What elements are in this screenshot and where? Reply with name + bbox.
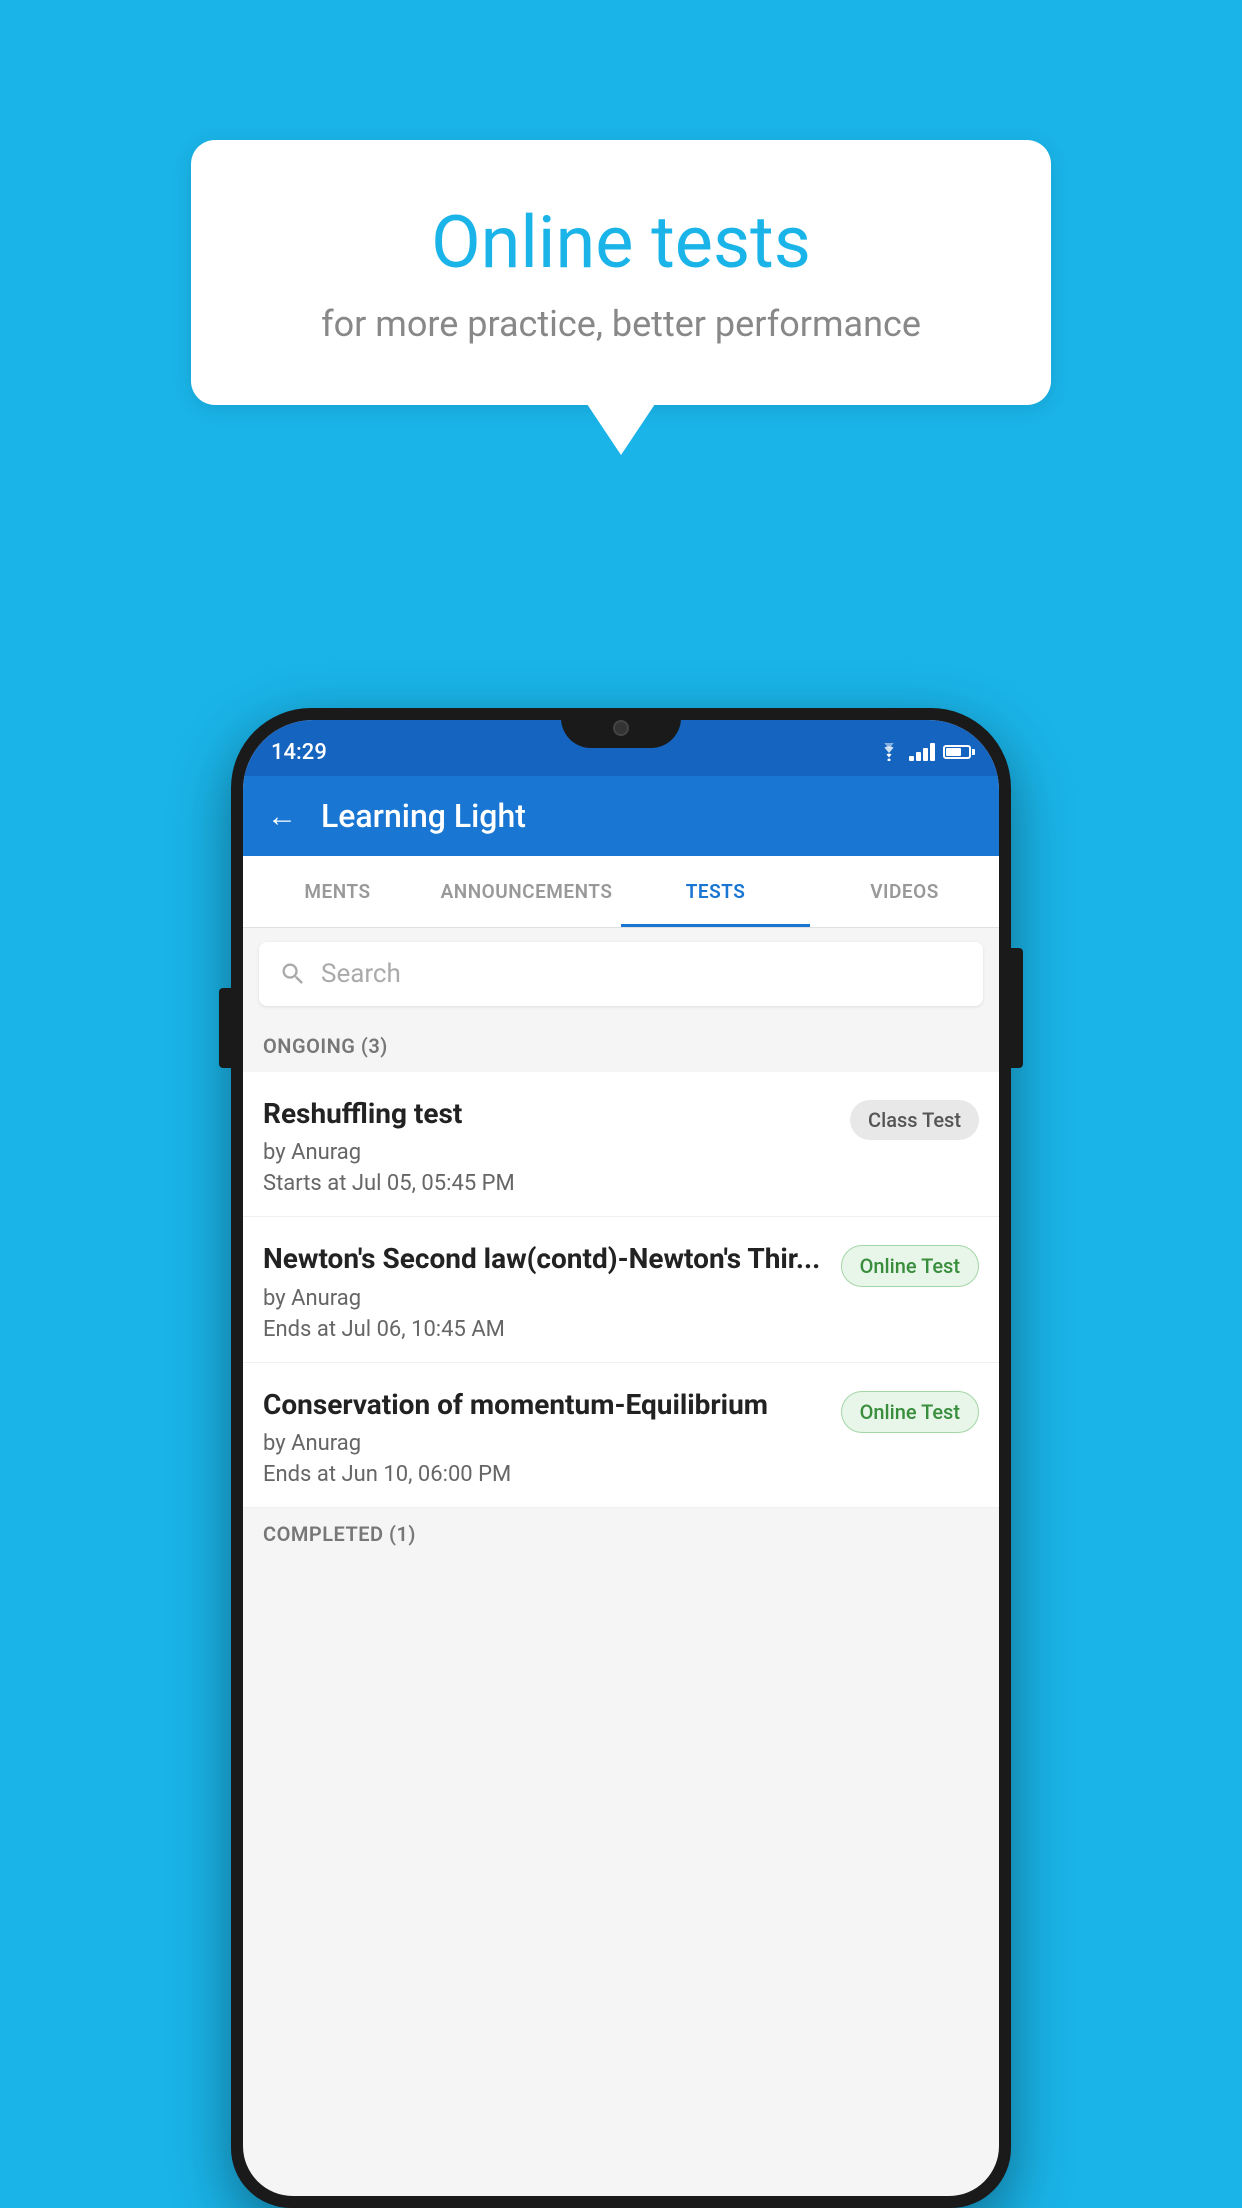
- tab-videos[interactable]: VIDEOS: [810, 856, 999, 927]
- battery-fill: [946, 748, 961, 756]
- app-title: Learning Light: [321, 797, 526, 835]
- test-item[interactable]: Newton's Second law(contd)-Newton's Thir…: [243, 1217, 999, 1362]
- phone-screen: 14:29: [243, 720, 999, 2196]
- test-info: Reshuffling test by Anurag Starts at Jul…: [263, 1096, 850, 1196]
- search-placeholder: Search: [321, 959, 401, 989]
- test-badge: Class Test: [850, 1100, 979, 1140]
- test-badge: Online Test: [841, 1245, 979, 1287]
- phone-mockup: 14:29: [231, 708, 1011, 2208]
- search-icon: [279, 960, 307, 988]
- tab-ments[interactable]: MENTS: [243, 856, 432, 927]
- test-name: Reshuffling test: [263, 1096, 834, 1132]
- ongoing-section-header: ONGOING (3): [243, 1020, 999, 1072]
- test-info: Newton's Second law(contd)-Newton's Thir…: [263, 1241, 841, 1341]
- search-container: Search: [243, 928, 999, 1020]
- speech-bubble: Online tests for more practice, better p…: [191, 140, 1051, 405]
- test-time: Ends at Jun 10, 06:00 PM: [263, 1462, 825, 1487]
- signal-icon: [909, 743, 935, 761]
- phone-outer: 14:29: [231, 708, 1011, 2208]
- test-badge: Online Test: [841, 1391, 979, 1433]
- tab-announcements[interactable]: ANNOUNCEMENTS: [432, 856, 621, 927]
- test-time: Ends at Jul 06, 10:45 AM: [263, 1317, 825, 1342]
- bubble-title: Online tests: [271, 200, 971, 285]
- battery-icon: [943, 745, 971, 759]
- completed-section-header: COMPLETED (1): [243, 1508, 999, 1560]
- test-author: by Anurag: [263, 1286, 825, 1311]
- bubble-subtitle: for more practice, better performance: [271, 303, 971, 345]
- app-header: ← Learning Light: [243, 776, 999, 856]
- wifi-icon: [877, 743, 901, 761]
- phone-notch: [561, 708, 681, 748]
- tabs-bar: MENTS ANNOUNCEMENTS TESTS VIDEOS: [243, 856, 999, 928]
- test-author: by Anurag: [263, 1431, 825, 1456]
- test-item[interactable]: Reshuffling test by Anurag Starts at Jul…: [243, 1072, 999, 1217]
- test-author: by Anurag: [263, 1140, 834, 1165]
- status-icons: [877, 743, 971, 761]
- front-camera: [613, 720, 629, 736]
- test-item[interactable]: Conservation of momentum-Equilibrium by …: [243, 1363, 999, 1508]
- test-info: Conservation of momentum-Equilibrium by …: [263, 1387, 841, 1487]
- test-name: Newton's Second law(contd)-Newton's Thir…: [263, 1241, 825, 1277]
- back-button[interactable]: ←: [267, 799, 297, 834]
- test-list: Reshuffling test by Anurag Starts at Jul…: [243, 1072, 999, 1508]
- speech-bubble-area: Online tests for more practice, better p…: [191, 140, 1051, 405]
- tab-tests[interactable]: TESTS: [621, 856, 810, 927]
- status-time: 14:29: [271, 740, 327, 765]
- test-time: Starts at Jul 05, 05:45 PM: [263, 1171, 834, 1196]
- test-name: Conservation of momentum-Equilibrium: [263, 1387, 825, 1423]
- search-input-wrapper[interactable]: Search: [259, 942, 983, 1006]
